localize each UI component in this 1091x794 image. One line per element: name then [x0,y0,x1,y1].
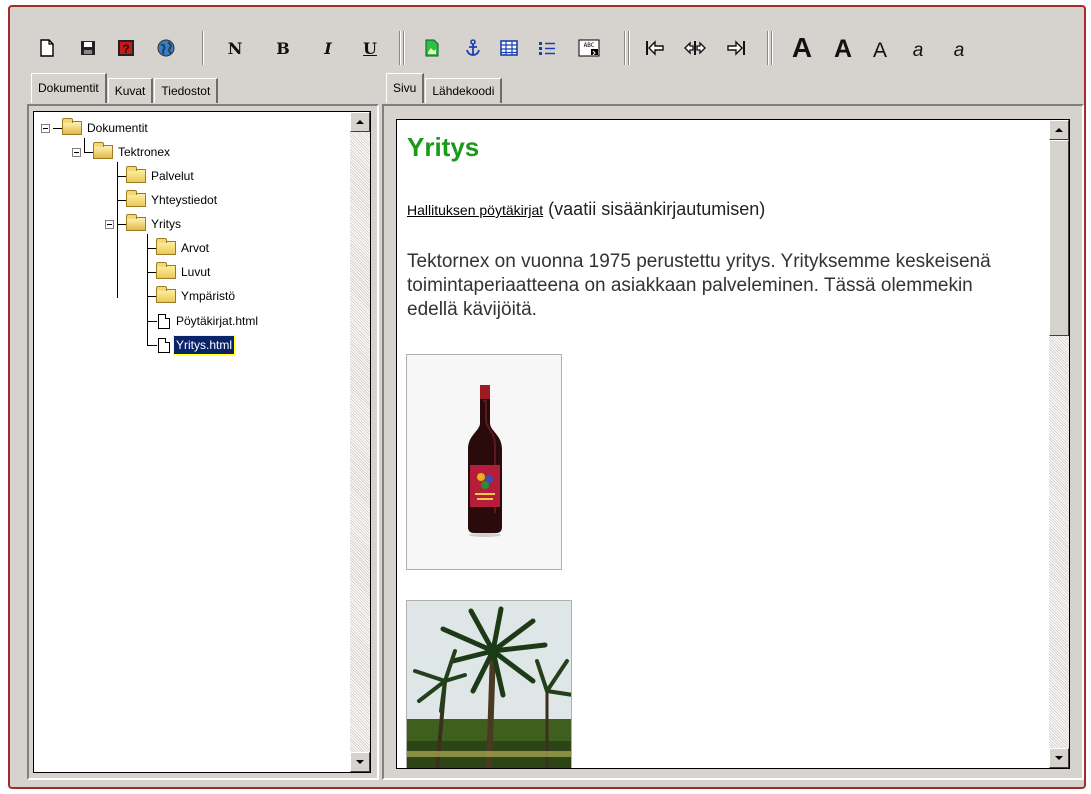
tree-item-label: Palvelut [151,169,194,183]
align-center-icon[interactable] [682,35,708,61]
font-size-xsmall-button[interactable]: a [947,36,971,64]
wine-bottle-icon [468,385,502,537]
arrow-up-icon [356,120,364,124]
font-size-medium-button[interactable]: A [868,35,892,65]
svg-text:ABC: ABC [584,42,595,49]
file-browser-panel: Dokumentit Kuvat Tiedostot Dokumentit Te… [27,73,379,783]
scroll-down-button[interactable] [1049,748,1069,768]
insert-list-icon[interactable] [534,35,560,61]
insert-table-icon[interactable] [496,35,522,61]
wysiwyg-page[interactable]: Yritys Hallituksen pöytäkirjat (vaatii s… [396,119,1070,769]
tree-item-poytakirjat-html[interactable]: Pöytäkirjat.html [158,311,260,331]
tab-lahdekoodi[interactable]: Lähdekoodi [425,78,503,103]
tab-dokumentit[interactable]: Dokumentit [31,73,107,103]
arrow-up-icon [1055,128,1063,132]
insert-anchor-icon[interactable] [460,35,486,61]
folder-open-icon [93,142,113,159]
document-tree: Dokumentit Tektronex Palvelut Yhteystied… [33,111,371,773]
svg-text:?: ? [122,42,129,56]
folder-icon [126,166,146,183]
tree-item-label: Yhteystiedot [151,193,218,207]
link-suffix: (vaatii sisäänkirjautumisen) [543,199,766,219]
save-icon[interactable] [75,35,101,61]
scroll-down-button[interactable] [350,752,370,772]
document-icon [158,337,170,353]
palm-trees-icon [407,601,571,768]
editor-panel: Sivu Lähdekoodi Yritys Hallituksen pöytä… [382,73,1084,783]
editor-window: ? N B I U ABC A A A a a Dokumentit Kuvat… [8,5,1086,789]
tree-item-yritys-html[interactable]: Yritys.html [158,335,236,355]
tab-sivu[interactable]: Sivu [386,73,425,103]
tree-item-dokumentit[interactable]: Dokumentit [62,118,150,138]
help-icon[interactable]: ? [113,35,139,61]
tree-item-label-selected: Yritys.html [172,335,236,355]
align-left-icon[interactable] [642,35,668,61]
arrow-down-icon [356,760,364,764]
tree-item-arvot[interactable]: Arvot [156,238,211,258]
left-tab-strip: Dokumentit Kuvat Tiedostot [31,73,219,103]
normal-text-button[interactable]: N [222,35,248,61]
tree-item-label: Tektronex [118,145,171,159]
page-title: Yritys [407,132,480,162]
folder-icon [156,238,176,255]
tab-kuvat[interactable]: Kuvat [107,78,154,103]
italic-button[interactable]: I [315,35,341,61]
underline-button[interactable]: U [357,35,383,61]
new-document-icon[interactable] [34,35,60,61]
collapse-toggle[interactable] [105,220,114,229]
folder-icon [156,262,176,279]
font-size-large-button[interactable]: A [829,33,857,65]
tree-item-label: Dokumentit [87,121,148,135]
folder-open-icon [126,214,146,231]
board-minutes-link[interactable]: Hallituksen pöytäkirjat [407,202,543,218]
tree-item-label: Ympäristö [181,289,236,303]
collapse-toggle[interactable] [72,148,81,157]
toolbar-separator [202,31,207,65]
font-size-xlarge-button[interactable]: A [787,31,817,65]
toolbar: ? N B I U ABC A A A a a [24,27,1074,67]
tree-item-yritys-folder[interactable]: Yritys [126,214,183,234]
tree-item-palvelut[interactable]: Palvelut [126,166,196,186]
link-paragraph: Hallituksen pöytäkirjat (vaatii sisäänki… [407,199,765,220]
page-scrollbar[interactable] [1049,120,1069,768]
tree-scrollbar[interactable] [350,112,370,772]
bold-button[interactable]: B [270,35,296,61]
folder-icon [156,286,176,303]
tree-item-ymparisto[interactable]: Ympäristö [156,286,237,306]
tree-item-luvut[interactable]: Luvut [156,262,212,282]
insert-form-field-icon[interactable]: ABC [576,35,602,61]
tree-item-label: Pöytäkirjat.html [176,314,259,328]
align-right-icon[interactable] [723,35,749,61]
collapse-toggle[interactable] [41,124,50,133]
scroll-up-button[interactable] [350,112,370,132]
toolbar-separator [399,31,408,65]
palm-trees-image[interactable] [406,600,572,768]
tree-item-yhteystiedot[interactable]: Yhteystiedot [126,190,219,210]
scroll-thumb[interactable] [1049,140,1069,336]
document-icon [158,313,170,329]
web-preview-icon[interactable] [153,35,179,61]
arrow-down-icon [1055,756,1063,760]
tree-item-label: Arvot [181,241,210,255]
tree-item-label: Yritys [151,217,181,231]
folder-open-icon [62,118,82,135]
toolbar-separator [624,31,633,65]
toolbar-separator [767,31,776,65]
folder-icon [126,190,146,207]
editor-tab-header: Sivu Lähdekoodi [382,73,1084,104]
tab-tiedostot[interactable]: Tiedostot [154,78,219,103]
wine-bottle-image[interactable] [406,354,562,570]
tree-item-label: Luvut [181,265,211,279]
font-size-small-button[interactable]: a [906,36,930,64]
insert-image-icon[interactable] [419,35,445,61]
intro-paragraph: Tektornex on vuonna 1975 perustettu yrit… [407,251,991,320]
scroll-up-button[interactable] [1049,120,1069,140]
tree-item-tektronex[interactable]: Tektronex [93,142,172,162]
editor-tab-strip: Sivu Lähdekoodi [386,73,503,103]
